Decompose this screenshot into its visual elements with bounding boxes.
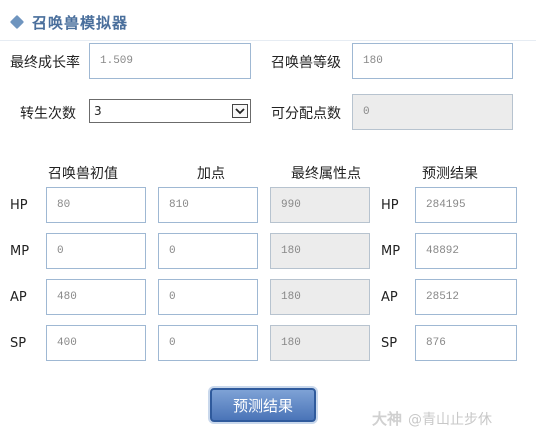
diamond-icon <box>9 14 25 30</box>
stat-row-label-mp-result: MP <box>381 244 401 259</box>
sp-added-input[interactable]: 0 <box>158 325 258 361</box>
sp-predicted-field: 876 <box>415 325 517 361</box>
rebirth-select[interactable]: 3 <box>89 99 251 123</box>
ap-final-field: 180 <box>270 279 370 315</box>
level-input[interactable]: 180 <box>352 43 513 79</box>
sp-final-field: 180 <box>270 325 370 361</box>
ap-added-input[interactable]: 0 <box>158 279 258 315</box>
col-predicted-header: 预测结果 <box>422 166 478 182</box>
header-divider <box>0 40 536 41</box>
stat-row-label-hp-result: HP <box>381 198 399 213</box>
hp-added-input[interactable]: 810 <box>158 187 258 223</box>
rebirth-label: 转生次数 <box>20 106 76 122</box>
ap-predicted-field: 28512 <box>415 279 517 315</box>
col-initial-header: 召唤兽初值 <box>48 166 118 182</box>
hp-final-field: 990 <box>270 187 370 223</box>
growth-input[interactable]: 1.509 <box>89 43 251 79</box>
stat-row-label-ap: AP <box>10 290 27 305</box>
mp-initial-input[interactable]: 0 <box>46 233 146 269</box>
rebirth-select-value: 3 <box>94 104 102 118</box>
col-added-header: 加点 <box>197 166 225 182</box>
stat-row-label-mp: MP <box>10 244 30 259</box>
predict-button[interactable]: 预测结果 <box>210 388 316 422</box>
stat-row-label-ap-result: AP <box>381 290 398 305</box>
watermark: 大神 @青山止步休 <box>372 408 492 429</box>
chevron-down-icon[interactable] <box>232 104 248 118</box>
watermark-badge: 大神 <box>372 410 403 428</box>
stat-row-label-sp: SP <box>10 336 27 351</box>
hp-predicted-field: 284195 <box>415 187 517 223</box>
mp-final-field: 180 <box>270 233 370 269</box>
points-label: 可分配点数 <box>271 106 341 122</box>
points-readonly-field: 0 <box>352 94 513 130</box>
panel-header: 召唤兽模拟器 <box>6 8 128 36</box>
mp-predicted-field: 48892 <box>415 233 517 269</box>
panel-title: 召唤兽模拟器 <box>32 13 129 32</box>
mp-added-input[interactable]: 0 <box>158 233 258 269</box>
hp-initial-input[interactable]: 80 <box>46 187 146 223</box>
stat-row-label-sp-result: SP <box>381 336 398 351</box>
col-final-header: 最终属性点 <box>291 166 361 182</box>
ap-initial-input[interactable]: 480 <box>46 279 146 315</box>
growth-label: 最终成长率 <box>10 55 80 71</box>
watermark-text: @青山止步休 <box>408 411 493 428</box>
stat-row-label-hp: HP <box>10 198 28 213</box>
level-label: 召唤兽等级 <box>271 55 341 71</box>
sp-initial-input[interactable]: 400 <box>46 325 146 361</box>
